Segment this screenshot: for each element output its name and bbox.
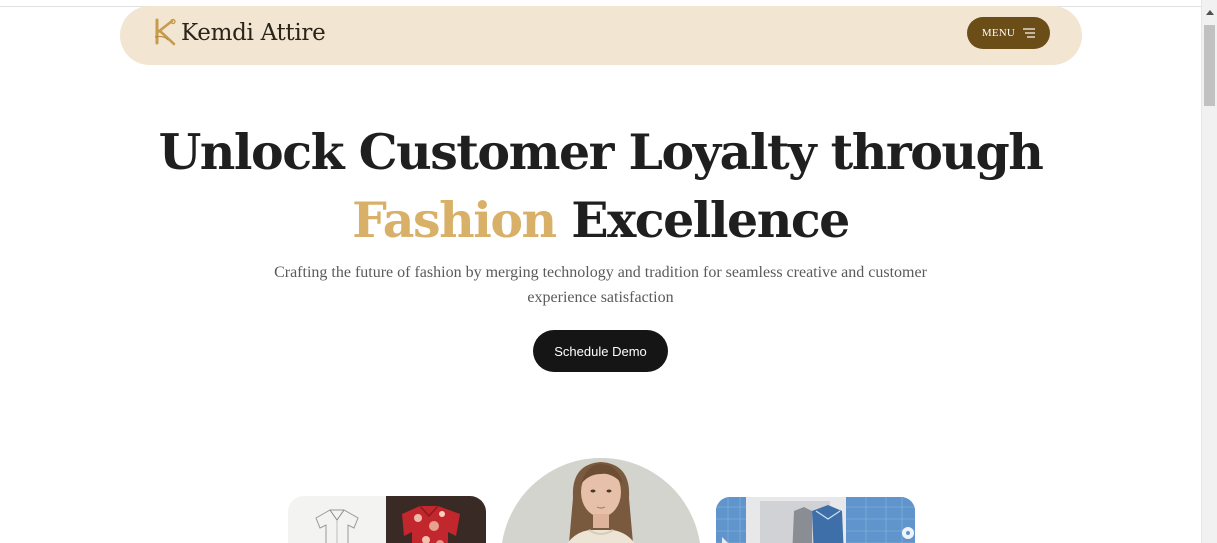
hamburger-icon (1023, 28, 1036, 38)
scroll-up-arrow-icon[interactable] (1206, 10, 1214, 15)
brand-logo-link[interactable]: Kemdi Attire (152, 17, 326, 49)
hero-title-line1: Unlock Customer Loyalty through (158, 123, 1044, 181)
menu-button[interactable]: MENU (967, 17, 1050, 49)
scroll-thumb[interactable] (1204, 25, 1215, 106)
hero-subtitle: Crafting the future of fashion by mergin… (274, 264, 927, 306)
gallery-image-digital-design (716, 497, 915, 543)
gallery-image-model (501, 458, 701, 543)
hero-title-line2: Excellence (571, 191, 850, 249)
hero-title: Unlock Customer Loyalty through Fashion … (0, 118, 1201, 254)
gallery-image-sketch-shirt (288, 496, 486, 543)
hero-title-accent: Fashion (352, 191, 557, 249)
page-scrollbar[interactable] (1201, 0, 1217, 543)
schedule-demo-button[interactable]: Schedule Demo (533, 330, 668, 372)
menu-label: MENU (981, 27, 1016, 39)
k-needle-logo-icon (154, 18, 176, 46)
navbar: Kemdi Attire MENU (120, 6, 1082, 65)
brand-name: Kemdi Attire (181, 20, 326, 46)
